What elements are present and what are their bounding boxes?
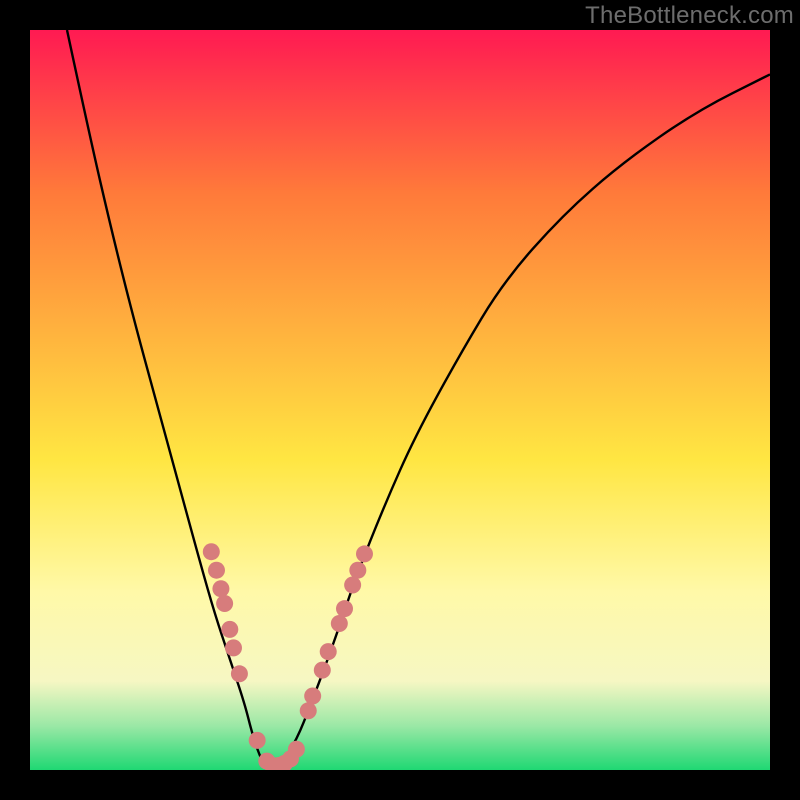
data-marker: [288, 741, 305, 758]
data-marker: [356, 545, 373, 562]
watermark-text: TheBottleneck.com: [585, 2, 794, 30]
data-marker: [208, 562, 225, 579]
bottleneck-chart: [30, 30, 770, 770]
data-marker: [300, 702, 317, 719]
data-marker: [349, 562, 366, 579]
data-marker: [320, 643, 337, 660]
data-marker: [344, 577, 361, 594]
chart-frame: TheBottleneck.com: [0, 0, 800, 800]
data-marker: [331, 615, 348, 632]
data-marker: [225, 639, 242, 656]
gradient-background: [30, 30, 770, 770]
data-marker: [203, 543, 220, 560]
data-marker: [314, 662, 331, 679]
data-marker: [212, 580, 229, 597]
data-marker: [304, 688, 321, 705]
data-marker: [336, 600, 353, 617]
data-marker: [231, 665, 248, 682]
plot-area: [30, 30, 770, 770]
data-marker: [249, 732, 266, 749]
data-marker: [221, 621, 238, 638]
data-marker: [216, 595, 233, 612]
